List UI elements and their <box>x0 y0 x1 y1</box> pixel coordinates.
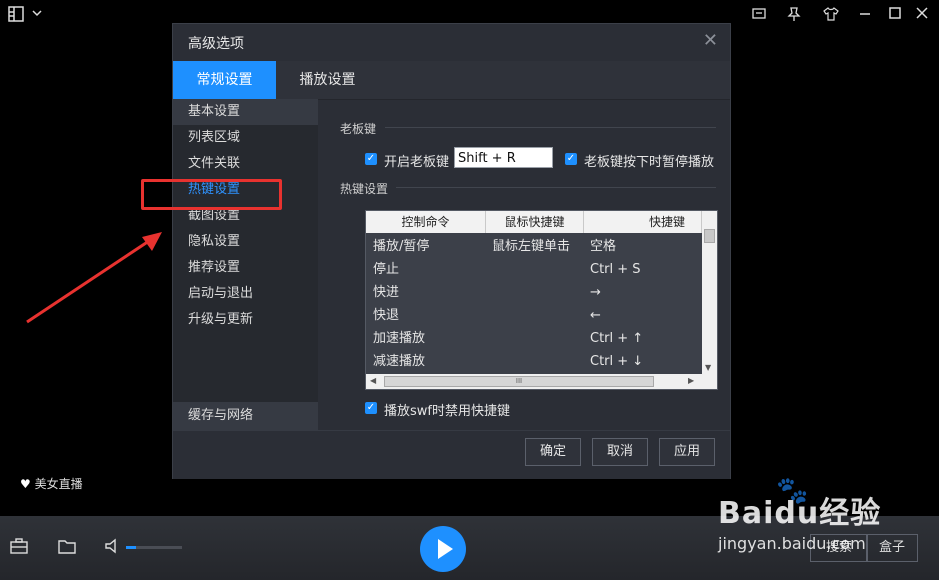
chevron-down-icon[interactable] <box>28 6 46 24</box>
tab-playback-settings[interactable]: 播放设置 <box>276 61 379 99</box>
sidebar-item-privacy[interactable]: 隐私设置 <box>173 229 318 255</box>
pause-on-boss-key-checkbox[interactable]: ✓ <box>565 153 577 165</box>
sidebar-item-recommend[interactable]: 推荐设置 <box>173 255 318 281</box>
table-row[interactable]: 停止 Ctrl + S <box>366 258 702 281</box>
sidebar-item-cache-network[interactable]: 缓存与网络 <box>173 402 318 430</box>
annotation-arrow <box>26 232 162 324</box>
annotation-highlight-box <box>141 179 282 210</box>
shortcut-cell: → <box>590 285 601 300</box>
dialog-close-icon[interactable]: ✕ <box>703 30 718 51</box>
boss-key-input[interactable]: Shift + R <box>454 147 553 168</box>
apply-button[interactable]: 应用 <box>659 438 715 466</box>
tab-general-settings[interactable]: 常规设置 <box>173 61 276 99</box>
settings-sidebar: 基本设置 列表区域 文件关联 热键设置 截图设置 隐私设置 推荐设置 启动与退出… <box>173 99 318 430</box>
live-badge-label: 美女直播 <box>34 477 83 491</box>
ok-button[interactable]: 确定 <box>525 438 581 466</box>
hscroll-thumb[interactable]: III <box>384 376 654 387</box>
watermark-url: jingyan.baidu.com <box>718 534 866 553</box>
enable-boss-key-checkbox[interactable]: ✓ <box>365 153 377 165</box>
menu-grid-icon[interactable] <box>7 6 25 24</box>
shortcut-cell: 空格 <box>590 239 617 254</box>
shortcut-cell: Ctrl + ↓ <box>590 354 644 369</box>
heart-icon: ♥ <box>20 477 31 491</box>
skin-icon[interactable] <box>822 6 840 24</box>
shortcut-cell: ← <box>590 308 601 323</box>
pin-icon[interactable] <box>785 6 803 24</box>
play-icon <box>438 539 453 559</box>
shortcut-cell: Ctrl + ↑ <box>590 331 644 346</box>
volume-icon[interactable] <box>103 538 123 558</box>
sidebar-item-upgrade[interactable]: 升级与更新 <box>173 307 318 333</box>
table-vertical-scrollbar[interactable]: ▼ <box>702 211 717 374</box>
command-cell: 停止 <box>373 262 400 277</box>
play-button[interactable] <box>420 526 466 572</box>
box-button-label: 盒子 <box>878 540 905 555</box>
open-folder-icon[interactable] <box>57 538 77 558</box>
mouse-shortcut-cell: 鼠标左键单击 <box>492 239 571 254</box>
hotkeys-table: 控制命令 鼠标快捷键 快捷键 播放/暂停 鼠标左键单击 空格 停止 Ctrl +… <box>365 210 718 390</box>
toolbox-icon[interactable] <box>9 538 29 558</box>
hotkeys-divider <box>396 187 716 188</box>
close-icon[interactable] <box>913 6 931 24</box>
maximize-icon[interactable] <box>886 6 904 24</box>
sidebar-item-startup-exit[interactable]: 启动与退出 <box>173 281 318 307</box>
tab-bar: 常规设置 播放设置 <box>173 61 730 100</box>
boss-key-section-title: 老板键 <box>340 122 377 136</box>
column-header-shortcut[interactable]: 快捷键 <box>584 211 702 233</box>
vscroll-thumb[interactable] <box>704 229 715 243</box>
dialog-title: 高级选项 <box>188 36 244 52</box>
scroll-down-icon[interactable]: ▼ <box>705 363 711 372</box>
pause-on-boss-key-label: 老板键按下时暂停播放 <box>584 155 715 170</box>
volume-slider-fill <box>126 546 136 549</box>
cancel-button[interactable]: 取消 <box>592 438 648 466</box>
sidebar-item-file-association[interactable]: 文件关联 <box>173 151 318 177</box>
command-cell: 播放/暂停 <box>373 239 430 254</box>
table-row[interactable]: 快退 ← <box>366 304 702 327</box>
scroll-right-icon[interactable]: ▶ <box>688 376 694 385</box>
column-header-command[interactable]: 控制命令 <box>366 211 486 233</box>
sidebar-item-list-area[interactable]: 列表区域 <box>173 125 318 151</box>
command-cell: 快进 <box>373 285 400 300</box>
volume-slider[interactable] <box>126 546 182 549</box>
hotkeys-table-header: 控制命令 鼠标快捷键 快捷键 <box>366 211 702 233</box>
table-row[interactable]: 加速播放 Ctrl + ↑ <box>366 327 702 350</box>
table-row[interactable]: 减速播放 Ctrl + ↓ <box>366 350 702 373</box>
hscroll-grip: III <box>515 377 523 385</box>
table-row[interactable]: 播放/暂停 鼠标左键单击 空格 <box>366 235 702 258</box>
hotkeys-section-title: 热键设置 <box>340 182 389 196</box>
scroll-left-icon[interactable]: ◀ <box>370 376 376 385</box>
shortcut-cell: Ctrl + S <box>590 262 641 277</box>
column-header-mouse-shortcut[interactable]: 鼠标快捷键 <box>486 211 584 233</box>
command-cell: 快退 <box>373 308 400 323</box>
baidu-paw-icon: 🐾 <box>776 476 809 506</box>
live-badge[interactable]: ♥ 美女直播 <box>20 475 83 492</box>
sidebar-item-basic[interactable]: 基本设置 <box>173 99 318 125</box>
enable-boss-key-label: 开启老板键 <box>384 155 450 170</box>
command-cell: 加速播放 <box>373 331 426 346</box>
chat-icon[interactable] <box>750 6 768 24</box>
disable-hotkeys-swf-checkbox[interactable]: ✓ <box>365 402 377 414</box>
command-cell: 减速播放 <box>373 354 426 369</box>
table-horizontal-scrollbar[interactable]: ◀ III ▶ <box>366 374 717 389</box>
table-row[interactable]: 快进 → <box>366 281 702 304</box>
baidu-watermark: 🐾 Baidu经验 jingyan.baidu.com <box>718 476 881 553</box>
boss-key-divider <box>385 127 716 128</box>
disable-hotkeys-swf-label: 播放swf时禁用快捷键 <box>384 404 510 419</box>
minimize-icon[interactable] <box>856 6 874 24</box>
